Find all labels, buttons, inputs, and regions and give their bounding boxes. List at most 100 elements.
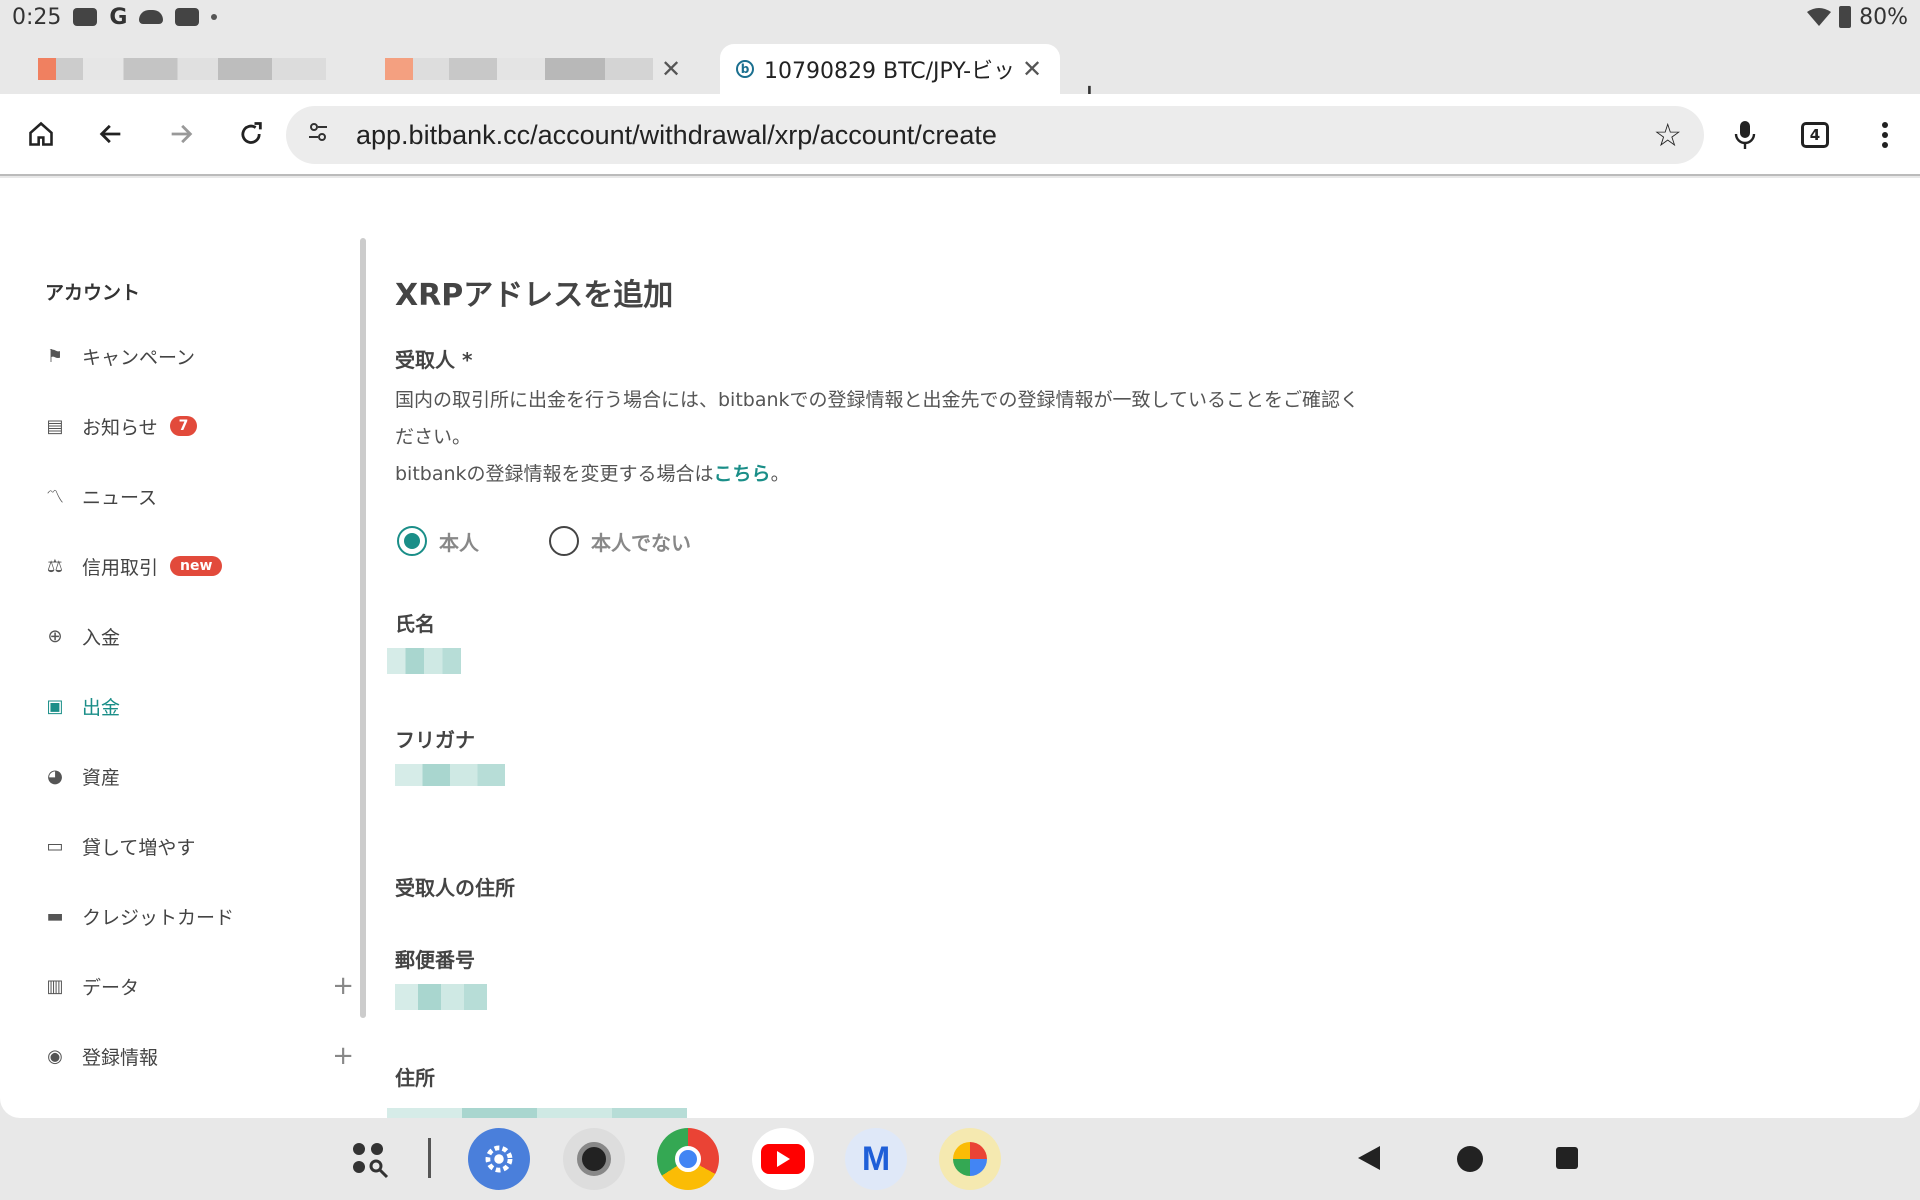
notice-line-3: bitbankの登録情報を変更する場合はこちら。 [395, 456, 1425, 493]
menu-button[interactable] [1850, 100, 1920, 170]
sidebar-item-notices[interactable]: ▤ お知らせ 7 [44, 406, 354, 446]
sidebar-item-label: 資産 [82, 766, 121, 789]
meta-app-icon[interactable]: M [845, 1128, 907, 1190]
sidebar-item-deposit[interactable]: ⊕ 入金 [44, 616, 354, 656]
tab-2[interactable]: ✕ [385, 44, 695, 94]
wallet-icon: ▣ [46, 695, 64, 717]
arrow-right-icon [171, 124, 193, 144]
sidebar-scrollbar[interactable] [360, 238, 366, 1018]
radio-self-label[interactable]: 本人 [439, 527, 479, 556]
recipient-label: 受取人 * [395, 348, 473, 372]
tab-close-icon[interactable]: ✕ [1022, 55, 1042, 83]
dock-separator [428, 1138, 431, 1178]
sidebar-item-data[interactable]: ▥ データ + [44, 966, 354, 1006]
sidebar-item-credit-card[interactable]: ▬ クレジットカード [44, 896, 354, 936]
cash-icon: ▭ [46, 835, 64, 857]
sidebar-item-label: 貸して増やす [82, 836, 196, 859]
camera-icon [577, 1142, 611, 1176]
sidebar-item-campaign[interactable]: ⚑ キャンペーン [44, 336, 354, 376]
page-title: XRPアドレスを追加 [395, 278, 674, 313]
pinwheel-icon [953, 1142, 987, 1176]
radio-not-self[interactable] [549, 526, 579, 556]
pie-icon: ◕ [47, 765, 63, 787]
voice-search-button[interactable] [1710, 100, 1780, 170]
postal-code-value-redacted [395, 984, 487, 1010]
sidebar-item-label: 信用取引 [82, 556, 159, 579]
battery-level: 80% [1859, 4, 1908, 30]
microphone-icon [1734, 121, 1756, 149]
furigana-label: フリガナ [395, 728, 475, 752]
tab-switcher-button[interactable]: 4 [1780, 100, 1850, 170]
tab-title: 10790829 BTC/JPY-ビッ [764, 59, 1014, 84]
expand-icon[interactable]: + [332, 1041, 354, 1071]
sidebar-item-label: データ [82, 976, 140, 999]
youtube-app-icon[interactable] [752, 1128, 814, 1190]
more-notifications-icon [211, 14, 218, 20]
clipboard-icon: ▥ [46, 975, 64, 997]
recipient-type-radio-group: 本人 本人でない [397, 526, 761, 556]
plus-circle-icon: ⊕ [47, 625, 63, 647]
sidebar-item-assets[interactable]: ◕ 資産 [44, 756, 354, 796]
sidebar-item-withdrawal[interactable]: ▣ 出金 [44, 686, 354, 726]
notice-count-badge: 7 [169, 416, 198, 436]
expand-icon[interactable]: + [332, 971, 354, 1001]
settings-app-icon[interactable] [468, 1128, 530, 1190]
battery-icon [1839, 6, 1852, 28]
site-settings-icon[interactable] [306, 120, 346, 150]
tab-active[interactable]: b 10790829 BTC/JPY-ビッ ✕ [720, 44, 1060, 94]
address-section-title: 受取人の住所 [395, 876, 515, 900]
meta-icon: M [861, 1139, 891, 1178]
home-button[interactable] [6, 99, 76, 169]
reload-button[interactable] [216, 99, 286, 169]
chrome-app-icon[interactable] [657, 1128, 719, 1190]
tab-close-icon[interactable]: ✕ [661, 55, 681, 83]
sidebar-item-label: クレジットカード [82, 906, 235, 929]
notice-suffix: 。 [770, 463, 790, 485]
name-label: 氏名 [395, 612, 435, 636]
tab-bar: ✕ b 10790829 BTC/JPY-ビッ ✕ + [0, 34, 1920, 114]
sidebar-item-label: ニュース [82, 486, 158, 509]
back-button[interactable] [76, 99, 146, 169]
account-icon: ◉ [47, 1045, 63, 1067]
web-page: アカウント ⚑ キャンペーン ▤ お知らせ 7 〽 ニュース ⚖ 信用取引 ne… [0, 178, 1920, 1118]
wifi-icon [1807, 8, 1832, 26]
sidebar-item-label: 入金 [82, 626, 121, 649]
camera-app-icon[interactable] [563, 1128, 625, 1190]
sidebar-item-registration[interactable]: ◉ 登録情報 + [44, 1036, 354, 1076]
change-registration-link[interactable]: こちら [714, 463, 771, 485]
sidebar-item-margin-trading[interactable]: ⚖ 信用取引 new [44, 546, 354, 586]
app-drawer-button[interactable] [340, 1128, 402, 1190]
recipient-notice: 国内の取引所に出金を行う場合には、bitbankでの登録情報と出金先での登録情報… [395, 382, 1425, 493]
reload-icon [241, 122, 262, 144]
notice-prefix: bitbankの登録情報を変更する場合は [395, 463, 714, 485]
clock: 0:25 [12, 4, 62, 30]
radio-self[interactable] [397, 526, 427, 556]
youtube-notification-icon-2 [175, 8, 200, 26]
system-nav-bar: M [0, 1118, 1920, 1200]
sidebar-item-news[interactable]: 〽 ニュース [44, 476, 354, 516]
sidebar-title: アカウント [45, 282, 141, 304]
radio-not-self-label[interactable]: 本人でない [591, 527, 691, 556]
name-value-redacted [387, 648, 461, 674]
address-bar[interactable]: app.bitbank.cc/account/withdrawal/xrp/ac… [286, 106, 1704, 164]
url-text: app.bitbank.cc/account/withdrawal/xrp/ac… [356, 119, 997, 150]
card-icon: ▬ [46, 905, 64, 927]
tab-1[interactable] [38, 44, 358, 94]
notice-line-2: ださい。 [395, 426, 472, 448]
nav-back-button[interactable] [1358, 1146, 1380, 1170]
youtube-icon [761, 1144, 805, 1174]
nav-home-button[interactable] [1457, 1146, 1483, 1172]
scale-icon: ⚖ [46, 555, 64, 577]
forward-button[interactable] [146, 99, 216, 169]
bitbank-favicon-icon: b [736, 60, 754, 78]
chart-icon: 〽 [46, 487, 64, 508]
bookmark-star-icon[interactable]: ☆ [1653, 116, 1682, 154]
sidebar-item-label: 登録情報 [82, 1046, 159, 1069]
nav-recents-button[interactable] [1556, 1147, 1578, 1169]
furigana-value-redacted [395, 764, 505, 786]
photos-app-icon[interactable] [939, 1128, 1001, 1190]
youtube-notification-icon [73, 8, 98, 26]
app-drawer-icon [353, 1143, 389, 1179]
sidebar-item-lending[interactable]: ▭ 貸して増やす [44, 826, 354, 866]
flag-icon: ⚑ [46, 345, 64, 367]
